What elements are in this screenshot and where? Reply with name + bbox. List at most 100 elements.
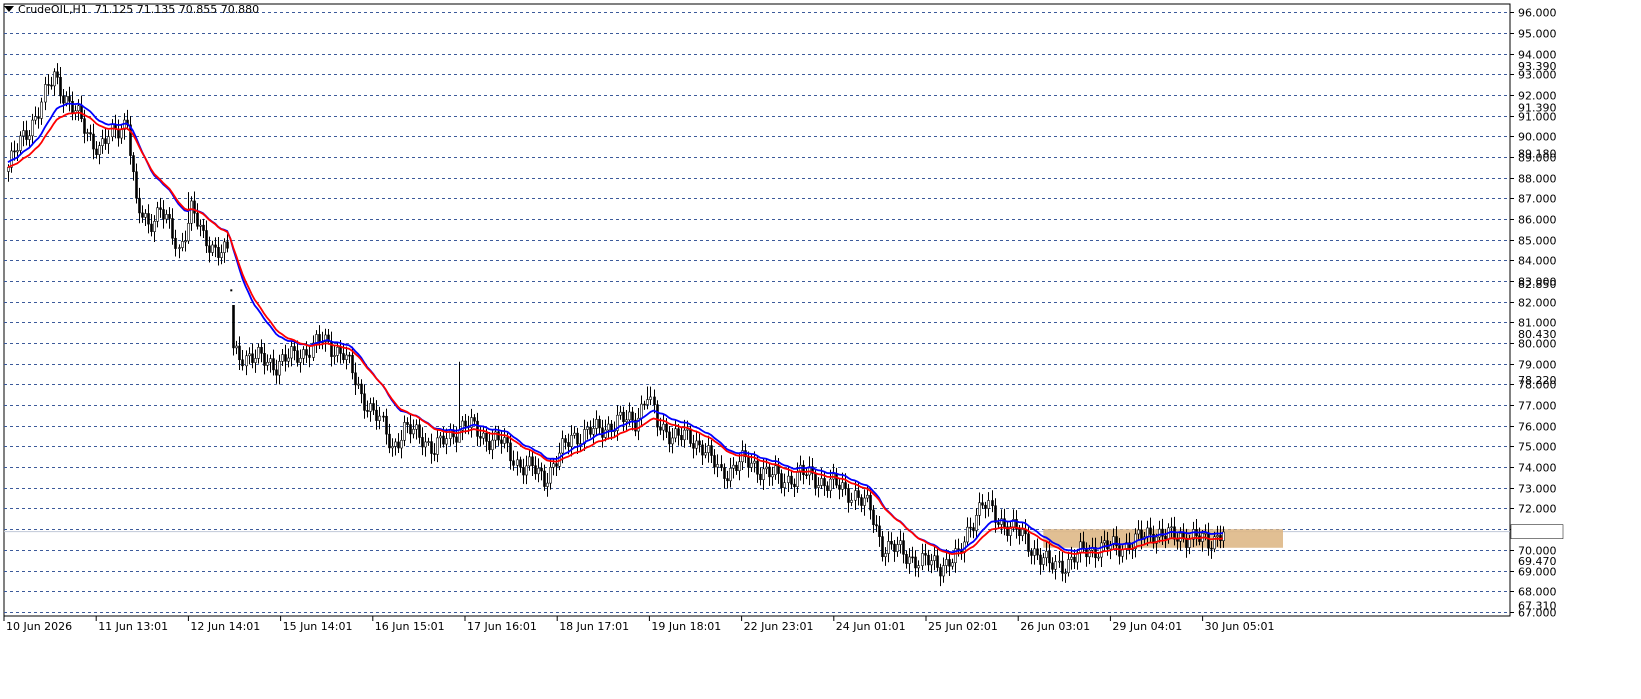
candle-body (701, 444, 704, 456)
y-tick-label: 95.000 (1518, 28, 1557, 41)
candle-body (278, 361, 281, 376)
candle-body (1210, 547, 1213, 550)
y-tick-label: 68.000 (1518, 586, 1557, 599)
candle-body (820, 478, 823, 486)
candle-body (747, 456, 750, 468)
candle-body (759, 473, 762, 480)
candle-body (184, 240, 187, 243)
x-tick-label: 29 Jun 04:01 (1112, 620, 1182, 633)
candle-body (156, 207, 159, 222)
candle-body (601, 427, 604, 438)
candle-body (607, 423, 610, 431)
candle-body (805, 474, 808, 476)
candle-body (516, 459, 519, 466)
candle-body (850, 499, 853, 503)
candle-body (869, 494, 872, 511)
candle-body (354, 372, 357, 386)
candle-body (704, 452, 707, 456)
candle-body (525, 465, 528, 476)
candle-body (981, 502, 984, 506)
candle-body (403, 422, 406, 441)
candle-body (293, 346, 296, 352)
candle-body (479, 436, 482, 439)
candle-body (104, 138, 107, 144)
candle-body (534, 465, 537, 475)
candle-body (1106, 540, 1109, 550)
candle-body (47, 84, 50, 86)
candle-body (193, 200, 196, 214)
candle-body (914, 556, 917, 569)
x-tick-label: 12 Jun 14:01 (190, 620, 260, 633)
candle-body (838, 484, 841, 490)
candle-body (777, 465, 780, 474)
ohlc-readout: 71.125 71.135 70.855 70.880 (94, 3, 260, 16)
candle-body (1158, 528, 1161, 538)
candle-body (135, 171, 138, 199)
candle-body (1164, 535, 1167, 540)
candle-body (689, 428, 692, 444)
candle-body (89, 132, 92, 135)
candle-body (573, 432, 576, 436)
candle-body (692, 443, 695, 449)
candle-body (50, 84, 53, 87)
candle-body (290, 346, 293, 359)
candle-body (528, 456, 531, 467)
candle-body (366, 410, 369, 412)
ma-fast-line (7, 102, 1224, 554)
y-tick-label: 85.000 (1518, 235, 1557, 248)
chart-container: CrudeOIL,H1 71.125 71.135 70.855 70.880 … (0, 0, 1641, 695)
candle-body (65, 96, 68, 104)
candle-body (586, 426, 589, 430)
candle-body (424, 441, 427, 448)
candle-body (68, 96, 71, 102)
candle-body (202, 224, 205, 231)
x-tick-label: 11 Jun 13:01 (98, 620, 168, 633)
y-tick-label: 73.000 (1518, 483, 1557, 496)
candle-body (25, 130, 28, 140)
candle-body (972, 527, 975, 531)
candle-body (975, 515, 978, 531)
candle-body (905, 553, 908, 564)
candle-body (345, 354, 348, 360)
candle-body (315, 334, 318, 344)
candle-body (217, 247, 220, 258)
candle-body (251, 353, 254, 363)
candle-body (628, 411, 631, 421)
x-tick-label: 25 Jun 02:01 (928, 620, 998, 633)
candle-body (427, 441, 430, 443)
candle-body (360, 383, 363, 395)
candle-body (342, 353, 345, 360)
candle-body (1045, 550, 1048, 559)
candle-body (726, 478, 729, 482)
candle-body (564, 438, 567, 443)
candle-body (847, 488, 850, 503)
candle-body (464, 420, 467, 427)
candle-body (665, 423, 668, 433)
candle-body (1042, 557, 1045, 565)
candle-body (945, 559, 948, 566)
candle-body (1137, 529, 1140, 535)
candle-body (1118, 545, 1121, 557)
candle-body (774, 465, 777, 476)
y-extra-label: 89.180 (1518, 147, 1557, 160)
candle-body (439, 435, 442, 439)
candle-body (671, 437, 674, 445)
candle-body (710, 445, 713, 456)
candle-body (921, 553, 924, 566)
candle-body (445, 438, 448, 445)
candle-body (966, 526, 969, 543)
dropdown-triangle-icon[interactable] (4, 6, 14, 12)
candle-body (254, 358, 257, 363)
y-tick-label: 92.000 (1518, 90, 1557, 103)
candle-body (369, 403, 372, 412)
candle-body (765, 466, 768, 470)
price-chart[interactable]: 96.00095.00094.00093.00092.00091.00090.0… (0, 0, 1641, 695)
candle-body (98, 145, 101, 155)
candle-dot (230, 289, 233, 292)
y-tick-label: 76.000 (1518, 421, 1557, 434)
candle-body (875, 524, 878, 527)
y-tick-label: 84.000 (1518, 255, 1557, 268)
x-tick-label: 26 Jun 03:01 (1020, 620, 1090, 633)
candle-body (957, 548, 960, 550)
candle-body (643, 403, 646, 406)
